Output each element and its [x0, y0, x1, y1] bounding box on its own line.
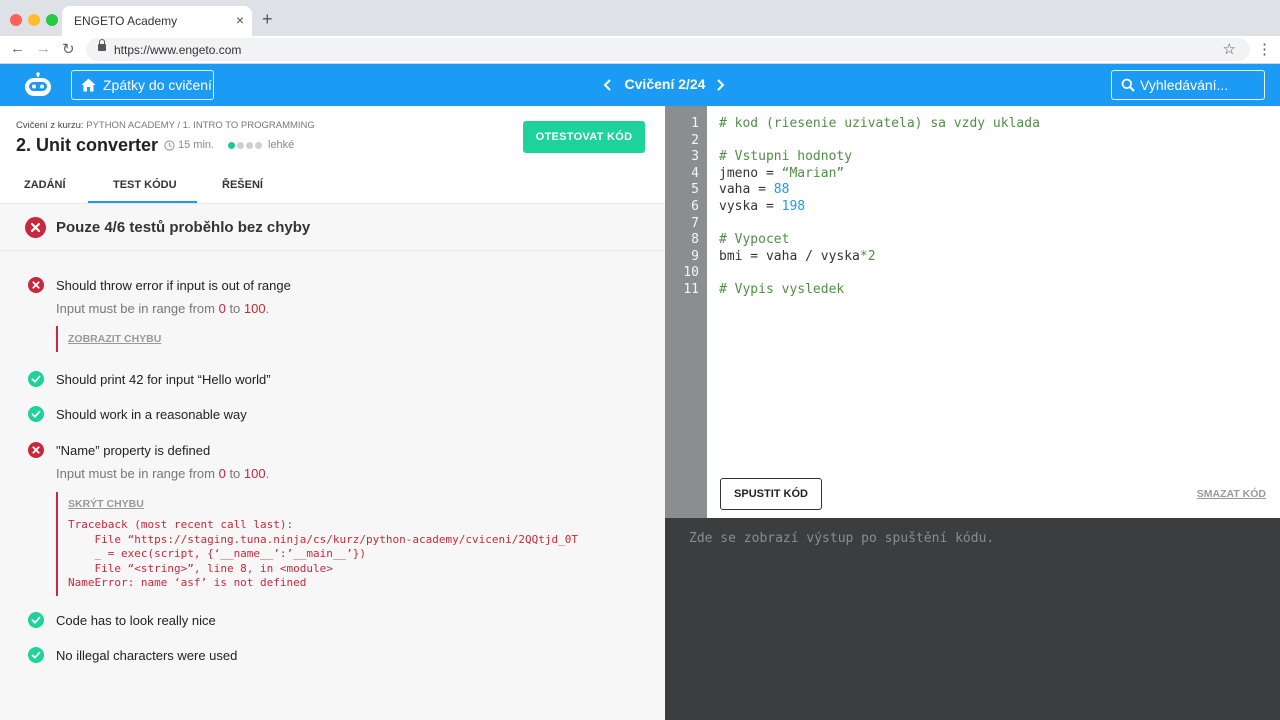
- line-number-gutter: 1 2 3 4 5 6 7 8 9 10 11: [665, 106, 707, 518]
- error-details: SKRÝT CHYBU Traceback (most recent call …: [56, 492, 578, 596]
- code-line: vaha = 88: [719, 182, 790, 198]
- line-number: 4: [691, 165, 699, 181]
- reload-icon[interactable]: ↻: [62, 40, 75, 58]
- home-icon: [81, 78, 96, 92]
- window-maximize-dot[interactable]: [46, 14, 58, 26]
- test-summary-text: Pouze 4/6 testů proběhlo bez chyby: [56, 219, 311, 236]
- line-number: 8: [691, 232, 699, 248]
- line-number: 3: [691, 149, 699, 165]
- exercise-title: 2. Unit converter: [16, 135, 159, 155]
- test-name: Should throw error if input is out of ra…: [56, 278, 291, 293]
- line-number: 9: [691, 248, 699, 264]
- window-close-dot[interactable]: [10, 14, 22, 26]
- test-results: Pouze 4/6 testů proběhlo bez chyby Shoul…: [0, 204, 665, 720]
- error-details: ZOBRAZIT CHYBU: [56, 326, 161, 352]
- show-error-link[interactable]: ZOBRAZIT CHYBU: [68, 333, 161, 345]
- tab-code-test[interactable]: TEST KÓDU: [113, 179, 177, 191]
- hide-error-link[interactable]: SKRÝT CHYBU: [68, 498, 144, 510]
- search-input[interactable]: [1140, 76, 1260, 94]
- window-minimize-dot[interactable]: [28, 14, 40, 26]
- code-line: # kod (riesenie uzivatela) sa vzdy uklad…: [719, 116, 1040, 131]
- pass-check-icon: [28, 371, 44, 387]
- line-number: 10: [683, 265, 699, 281]
- difficulty-dots: [228, 142, 262, 150]
- code-line: # Vypocet: [719, 232, 790, 248]
- test-summary: Pouze 4/6 testů proběhlo bez chyby: [0, 204, 665, 251]
- fail-icon: [28, 442, 44, 458]
- pass-check-icon: [28, 406, 44, 422]
- lock-icon: [98, 39, 106, 51]
- active-tab-indicator: [88, 201, 197, 203]
- code-line: jmeno = “Marian”: [719, 165, 845, 181]
- back-button-label: Zpátky do cvičení: [103, 77, 212, 93]
- test-name: Code has to look really nice: [56, 613, 216, 628]
- forward-arrow-icon[interactable]: →: [36, 40, 51, 57]
- course-breadcrumb: Cvičení z kurzu: PYTHON ACADEMY / 1. INT…: [16, 120, 315, 131]
- url-text: https://www.engeto.com: [114, 43, 242, 57]
- next-exercise-chevron-icon[interactable]: [712, 77, 728, 93]
- difficulty-label: lehké: [268, 139, 295, 151]
- tab-solution[interactable]: ŘEŠENÍ: [222, 179, 263, 191]
- url-field[interactable]: https://www.engeto.com ☆ ⋮: [86, 38, 1272, 61]
- back-to-exercises-button[interactable]: Zpátky do cvičení: [71, 70, 214, 100]
- code-line: # Vstupni hodnoty: [719, 149, 853, 165]
- line-number: 5: [691, 182, 699, 198]
- browser-tab-title: ENGETO Academy: [74, 14, 178, 28]
- search-icon: [1121, 78, 1135, 92]
- code-line: # Vypis vysledek: [719, 282, 845, 297]
- browser-tabstrip: ENGETO Academy × +: [0, 0, 1280, 36]
- line-number: 6: [691, 199, 699, 214]
- test-name: "Name” property is defined: [56, 443, 211, 458]
- engeto-robot-logo-icon[interactable]: [24, 72, 52, 98]
- clock-icon: [164, 140, 175, 151]
- tab-assignment[interactable]: ZADÁNÍ: [24, 179, 66, 191]
- line-number: 1: [691, 116, 699, 131]
- output-console: Zde se zobrazí výstup po spuštění kódu.: [665, 518, 1280, 720]
- difficulty-dot: [228, 142, 235, 149]
- course-prefix: Cvičení z kurzu:: [16, 120, 84, 131]
- line-number: 7: [691, 215, 699, 231]
- test-name: Should work in a reasonable way: [56, 407, 247, 422]
- back-arrow-icon[interactable]: ←: [10, 40, 25, 57]
- browser-menu-icon[interactable]: ⋮: [1257, 40, 1272, 58]
- test-name: Should print 42 for input “Hello world”: [56, 372, 271, 387]
- exercise-tabs: ZADÁNÍ TEST KÓDU ŘEŠENÍ: [0, 169, 665, 204]
- pass-check-icon: [28, 647, 44, 663]
- code-line: vyska = 198: [719, 199, 806, 214]
- address-bar: ← → ↻ https://www.engeto.com ☆ ⋮: [0, 36, 1280, 64]
- new-tab-icon[interactable]: +: [262, 10, 273, 28]
- bookmark-star-icon[interactable]: ☆: [1223, 40, 1236, 58]
- exercise-duration: 15 min.: [178, 139, 215, 151]
- test-message: Input must be in range from 0 to 100.: [56, 301, 270, 316]
- run-code-button[interactable]: SPUSTIT KÓD: [720, 478, 822, 510]
- fail-icon: [28, 277, 44, 293]
- line-number: 2: [691, 132, 699, 148]
- exercise-navigation: Cvičení 2/24: [600, 64, 730, 106]
- difficulty-dot: [246, 142, 253, 149]
- app-header: Zpátky do cvičení Cvičení 2/24: [0, 64, 1280, 106]
- exercise-panel: Cvičení z kurzu: PYTHON ACADEMY / 1. INT…: [0, 106, 665, 720]
- difficulty-dot: [237, 142, 244, 149]
- test-name: No illegal characters were used: [56, 648, 238, 663]
- error-circle-icon: [25, 217, 46, 238]
- console-placeholder: Zde se zobrazí výstup po spuštění kódu.: [689, 531, 995, 546]
- error-traceback: Traceback (most recent call last): File …: [68, 518, 578, 589]
- course-path[interactable]: PYTHON ACADEMY / 1. INTRO TO PROGRAMMING: [86, 120, 315, 131]
- close-tab-icon[interactable]: ×: [236, 12, 244, 28]
- search-box[interactable]: [1111, 70, 1265, 100]
- test-code-button[interactable]: OTESTOVAT KÓD: [523, 121, 645, 153]
- exercise-counter: Cvičení 2/24: [624, 76, 706, 92]
- code-line: bmi = vaha / vyska*2: [719, 248, 876, 264]
- test-message: Input must be in range from 0 to 100.: [56, 466, 270, 481]
- difficulty-dot: [255, 142, 262, 149]
- clear-code-link[interactable]: SMAZAT KÓD: [1197, 488, 1266, 500]
- pass-check-icon: [28, 612, 44, 628]
- browser-tab[interactable]: ENGETO Academy ×: [62, 6, 252, 36]
- code-editor[interactable]: 1 2 3 4 5 6 7 8 9 10 11 # kod (riesenie uzivatela)…: [665, 106, 1280, 518]
- line-number: 11: [683, 282, 699, 297]
